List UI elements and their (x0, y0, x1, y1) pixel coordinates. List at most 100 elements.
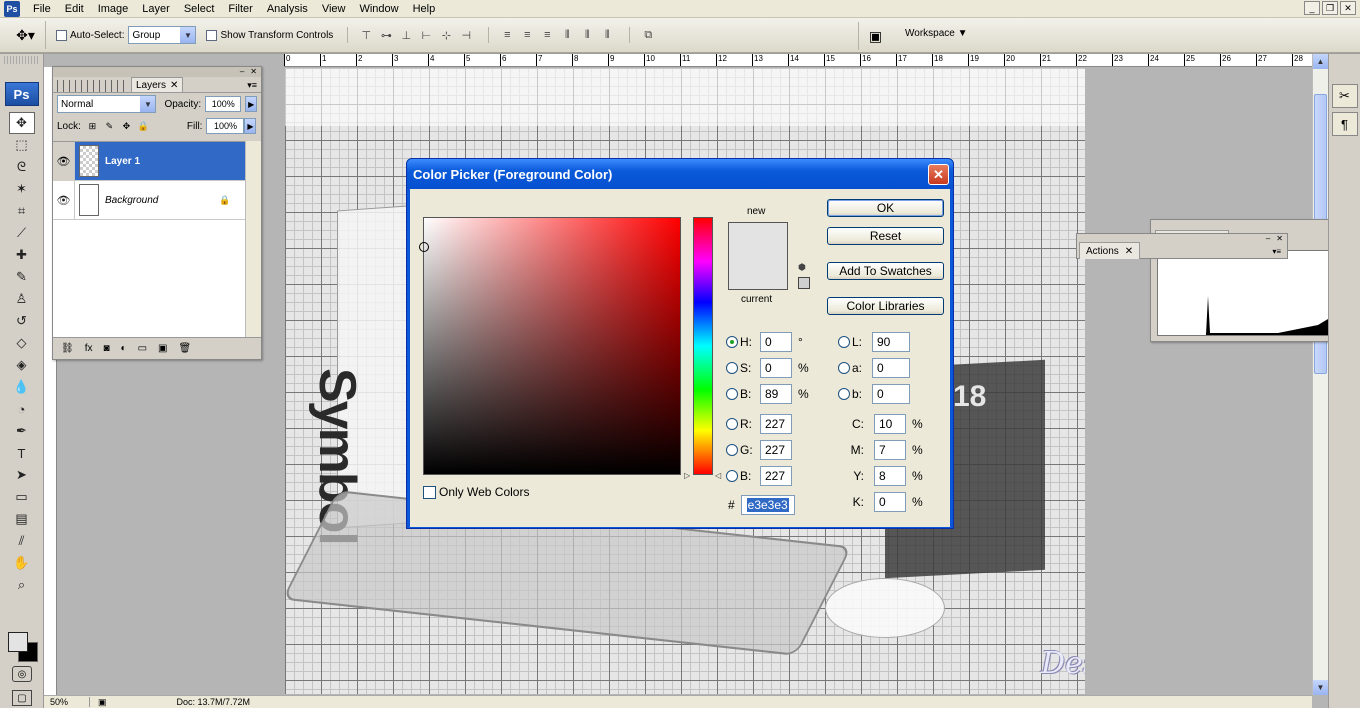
cyan-input[interactable]: 10 (874, 414, 906, 434)
dodge-tool-icon[interactable]: ◔ (9, 398, 35, 420)
web-safe-swatch[interactable] (798, 277, 810, 289)
auto-align-icon[interactable]: ⧉ (640, 27, 656, 43)
layer-mask-icon[interactable]: ◙ (103, 343, 109, 354)
tools-presets-icon[interactable]: ✂ (1331, 84, 1358, 108)
crop-tool-icon[interactable]: ⌗ (9, 200, 35, 222)
link-layers-icon[interactable]: ⛓ (61, 343, 74, 354)
align-vcenter-icon[interactable]: ⊶ (378, 27, 394, 43)
lock-position-icon[interactable]: ✥ (121, 121, 132, 132)
menu-image[interactable]: Image (91, 1, 136, 17)
red-radio[interactable] (726, 418, 738, 430)
close-icon[interactable]: ✕ (250, 67, 257, 77)
eyedropper-tool-icon[interactable]: ⫽ (9, 530, 35, 552)
menu-view[interactable]: View (315, 1, 353, 17)
distribute-left-icon[interactable]: ⫴ (559, 27, 575, 43)
rectangle-tool-icon[interactable]: ▭ (9, 486, 35, 508)
align-left-icon[interactable]: ⊢ (418, 27, 434, 43)
move-tool-icon[interactable]: ✥ (8, 112, 35, 134)
paint-bucket-tool-icon[interactable]: ◈ (9, 354, 35, 376)
path-selection-tool-icon[interactable]: ➤ (9, 464, 35, 486)
distribute-top-icon[interactable]: ≡ (499, 27, 515, 43)
hex-input[interactable]: e3e3e3 (740, 495, 795, 515)
chevron-right-icon[interactable]: ▶ (244, 118, 257, 134)
chevron-down-icon[interactable]: ▼ (180, 27, 196, 43)
align-bottom-icon[interactable]: ⊥ (398, 27, 414, 43)
menu-analysis[interactable]: Analysis (260, 1, 315, 17)
chevron-down-icon[interactable]: ▼ (140, 96, 156, 112)
menu-layer[interactable]: Layer (135, 1, 177, 17)
current-color-swatch[interactable] (729, 256, 787, 289)
yellow-input[interactable]: 8 (874, 466, 906, 486)
lab-a-input[interactable]: 0 (872, 358, 910, 378)
tab-actions[interactable]: Actions ✕ (1079, 242, 1141, 259)
blur-tool-icon[interactable]: 💧 (9, 376, 35, 398)
paragraph-icon[interactable]: ¶ (1331, 112, 1358, 136)
blue-radio[interactable] (726, 470, 738, 482)
distribute-bottom-icon[interactable]: ≡ (539, 27, 555, 43)
trash-icon[interactable]: 🗑 (178, 343, 191, 354)
saturation-input[interactable]: 0 (760, 358, 792, 378)
layers-scrollbar[interactable] (245, 141, 261, 337)
eraser-tool-icon[interactable]: ◇ (9, 332, 35, 354)
minimize-icon[interactable]: – (240, 67, 244, 77)
color-libraries-button[interactable]: Color Libraries (827, 297, 944, 315)
status-menu-icon[interactable]: ▣ (98, 697, 107, 708)
close-icon[interactable]: ✕ (170, 80, 178, 91)
align-hcenter-icon[interactable]: ⊹ (438, 27, 454, 43)
chevron-right-icon[interactable]: ▶ (245, 96, 257, 112)
green-input[interactable]: 227 (760, 440, 792, 460)
dialog-close-button[interactable]: ✕ (928, 164, 949, 185)
distribute-vcenter-icon[interactable]: ≡ (519, 27, 535, 43)
checkbox-box[interactable] (423, 485, 436, 499)
minimize-icon[interactable]: _ (1304, 1, 1320, 15)
ok-button[interactable]: OK (827, 199, 944, 217)
opacity-input[interactable]: 100% (205, 96, 242, 112)
history-brush-tool-icon[interactable]: ↺ (9, 310, 35, 332)
show-transform-checkbox[interactable]: Show Transform Controls (206, 29, 333, 41)
panel-menu-icon[interactable]: ▾≡ (1272, 247, 1281, 256)
brush-tool-icon[interactable]: ✎ (9, 266, 35, 288)
new-group-icon[interactable]: ▭ (138, 343, 147, 354)
zoom-tool-icon[interactable]: ⌕ (9, 574, 35, 596)
red-input[interactable]: 227 (760, 414, 792, 434)
vertical-scrollbar[interactable]: ▲ ▼ (1312, 54, 1328, 695)
tab-grip[interactable] (57, 80, 127, 92)
magic-wand-tool-icon[interactable]: ✶ (9, 178, 35, 200)
notes-tool-icon[interactable]: ▤ (9, 508, 35, 530)
lab-l-input[interactable]: 90 (872, 332, 910, 352)
zoom-level[interactable]: 50% (44, 697, 90, 707)
close-icon[interactable]: ✕ (1340, 1, 1356, 15)
brightness-radio[interactable] (726, 388, 738, 400)
only-web-colors-checkbox[interactable]: Only Web Colors (423, 485, 529, 499)
foreground-color-swatch[interactable] (8, 632, 28, 652)
lock-transparent-icon[interactable]: ⊞ (87, 121, 98, 132)
layer-style-icon[interactable]: fx (85, 343, 93, 354)
distribute-right-icon[interactable]: ⫴ (599, 27, 615, 43)
hue-input[interactable]: 0 (760, 332, 792, 352)
menu-select[interactable]: Select (177, 1, 222, 17)
new-layer-icon[interactable]: ▣ (158, 343, 167, 354)
slider-arrow-left-icon[interactable]: ◁ (715, 471, 721, 480)
panel-grip[interactable] (4, 56, 39, 64)
restore-icon[interactable]: ❐ (1322, 1, 1338, 15)
menu-filter[interactable]: Filter (221, 1, 259, 17)
bridge-icon[interactable]: ▣ (858, 22, 892, 50)
photoshop-app-icon[interactable]: Ps (4, 0, 20, 17)
lab-a-radio[interactable] (838, 362, 850, 374)
marquee-tool-icon[interactable]: ⬚ (9, 134, 35, 156)
lab-l-radio[interactable] (838, 336, 850, 348)
close-icon[interactable]: ✕ (1276, 234, 1283, 243)
add-to-swatches-button[interactable]: Add To Swatches (827, 262, 944, 280)
slice-tool-icon[interactable]: ⟋ (9, 222, 35, 244)
screen-mode-icon[interactable]: ▢ (12, 690, 32, 706)
menu-help[interactable]: Help (406, 1, 443, 17)
horizontal-ruler[interactable]: 0 1 2 3 4 5 6 7 8 9 10 11 12 13 14 15 16… (284, 54, 1312, 67)
checkbox-box[interactable] (56, 29, 67, 41)
panel-menu-icon[interactable]: ▾≡ (247, 80, 257, 91)
cube-icon[interactable]: ⬢ (798, 262, 809, 273)
hue-slider[interactable] (693, 217, 713, 475)
layer-row[interactable]: 👁 Background 🔒 (53, 180, 245, 220)
lock-pixels-icon[interactable]: ✎ (104, 121, 115, 132)
layer-row[interactable]: 👁 Layer 1 (53, 141, 245, 181)
magenta-input[interactable]: 7 (874, 440, 906, 460)
